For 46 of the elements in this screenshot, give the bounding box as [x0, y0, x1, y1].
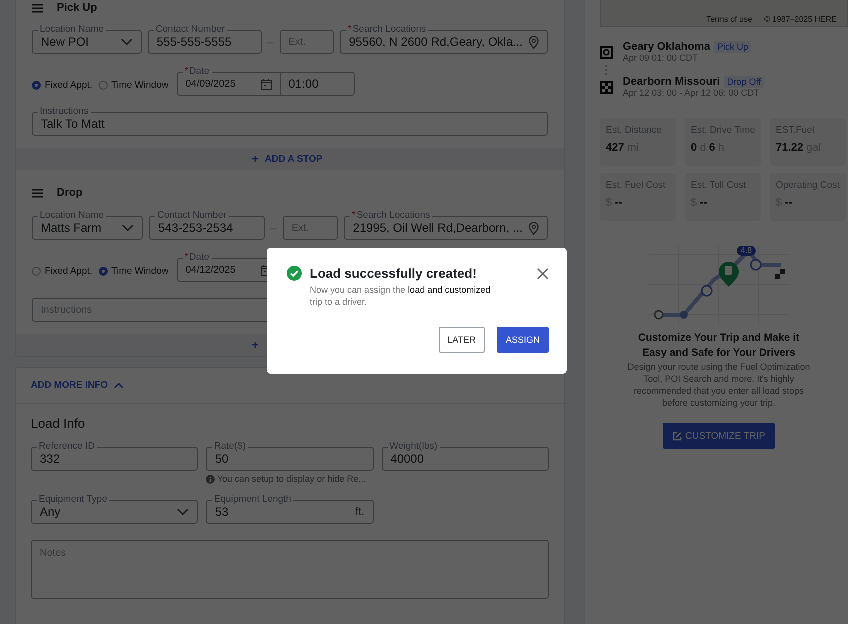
dialog-title: Load successfully created! [310, 266, 478, 281]
section-title: Load Info [31, 416, 86, 431]
stop-name: Geary Oklahoma [623, 41, 710, 53]
checkered-flag-icon [600, 80, 613, 94]
pickup-marker-icon [600, 46, 613, 58]
stop-name: Dearborn Missouri [623, 76, 720, 88]
add-stop-button[interactable]: + [248, 336, 332, 354]
stop-title: Drop [57, 187, 83, 199]
add-more-info-toggle[interactable]: ADD MORE INFO [31, 378, 124, 393]
dotted-connector-icon [605, 65, 608, 75]
dialog-message: Now you can assign the load and customized trip to a driver. [310, 284, 492, 308]
stop-title: Pick Up [57, 2, 98, 14]
menu-icon [32, 188, 43, 198]
close-icon [537, 268, 549, 280]
assign-button[interactable]: ASSIGN [496, 327, 549, 353]
separator-dash: – [270, 223, 277, 237]
stat-value: $ -- [691, 197, 708, 209]
stat-value: $ -- [606, 197, 624, 209]
add-stop-button[interactable]: + ADD A STOP [248, 150, 332, 168]
chevron-down-icon [122, 224, 134, 232]
appointment-radio[interactable]: Fixed Appt. [32, 80, 93, 96]
hint-text: You can setup to display or hide Re... [217, 474, 366, 484]
customize-trip-button[interactable]: CUSTOMIZE TRIP [662, 423, 776, 449]
success-check-icon [287, 266, 302, 281]
edit-icon [672, 432, 682, 440]
appointment-radio[interactable]: Fixed Appt. [32, 266, 93, 282]
location-pin-icon [529, 36, 539, 48]
stop-type-tag: Pick Up [714, 41, 752, 53]
copyright-text: © 1987–2025 HERE [764, 15, 837, 24]
menu-icon [32, 4, 43, 12]
calendar-icon [260, 78, 272, 90]
later-button[interactable]: LATER [438, 327, 485, 353]
close-button[interactable] [537, 268, 549, 280]
info-icon [206, 474, 216, 484]
appointment-radio[interactable]: Time Window [98, 80, 169, 96]
rating-badge: 4.8 [737, 246, 756, 256]
stat-value: $ -- [776, 197, 794, 209]
chevron-down-icon [120, 38, 133, 46]
appointment-radio[interactable]: Time Window [98, 266, 169, 282]
chevron-down-icon [177, 508, 190, 516]
terms-link[interactable]: Terms of use [706, 15, 752, 24]
separator-dash: – [268, 37, 274, 51]
stop-type-tag: Drop Off [724, 76, 764, 88]
location-pin-icon [529, 222, 539, 234]
promo-title: Customize Your Trip and Make it Easy and Safe for Your Drivers [637, 331, 801, 361]
promo-description: Design your route using the Fuel Optimization Tool, POI Search and more. It's highly recommended that you enter all load stops before customizing your trip. [626, 361, 812, 409]
